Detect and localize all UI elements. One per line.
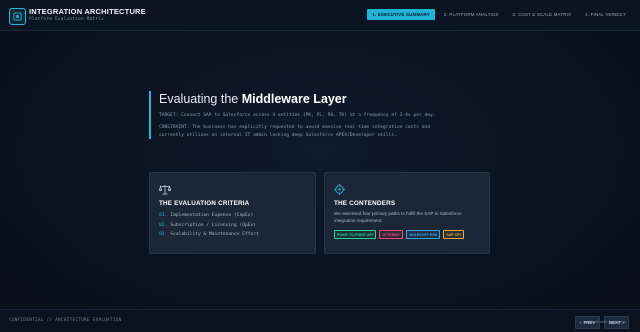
- tab-final-verdict[interactable]: 4. FINAL VERDICT: [580, 9, 631, 20]
- badge-point-to-point-api: POINT-TO-POINT API: [334, 230, 376, 239]
- title-prefix: Evaluating the: [159, 92, 239, 106]
- page-title: Evaluating the Middleware Layer: [159, 91, 459, 107]
- app-subtitle: Platform Evaluation Matrix: [29, 17, 105, 22]
- badge-sap-cpi: SAP CPI: [443, 230, 464, 239]
- app-title: INTEGRATION ARCHITECTURE: [29, 7, 146, 16]
- watermark: Made with Genspark: [589, 319, 626, 324]
- section-tabs: 1. EXECUTIVE SUMMARY 2. PLATFORM ANALYSI…: [367, 9, 631, 20]
- contenders-description: We assessed four primary paths to fulfil…: [334, 211, 462, 223]
- tab-executive-summary[interactable]: 1. EXECUTIVE SUMMARY: [367, 9, 435, 20]
- contender-badges: POINT-TO-POINT API JITTERBIT MULESOFT ES…: [334, 230, 464, 239]
- contenders-title: THE CONTENDERS: [334, 200, 396, 207]
- badge-jitterbit: JITTERBIT: [378, 230, 404, 239]
- target-text: TARGET: Connect SAP to Salesforce across…: [159, 113, 436, 118]
- top-bar: INTEGRATION ARCHITECTURE Platform Evalua…: [0, 0, 640, 31]
- scale-icon: [158, 182, 172, 200]
- chevron-left-icon: ‹: [580, 320, 582, 325]
- hero-section: Evaluating the Middleware Layer TARGET: …: [149, 91, 459, 139]
- list-item: 03. Scalability & Maintenance Effort: [159, 232, 259, 238]
- constraint-text: CONSTRAINT: The business has explicitly …: [159, 125, 431, 138]
- tab-cost-scale-matrix[interactable]: 3. COST & SCALE MATRIX: [507, 9, 576, 20]
- badge-mulesoft-esb: MULESOFT ESB: [406, 230, 441, 239]
- criteria-card: THE EVALUATION CRITERIA 01. Implementatio…: [149, 172, 316, 254]
- app-logo-icon: [9, 8, 26, 25]
- list-item: 02. Subscription / Licensing (OpEx): [159, 222, 257, 228]
- list-item: 01. Implementation Expense (CapEx): [159, 213, 254, 218]
- criteria-title: THE EVALUATION CRITERIA: [159, 200, 250, 207]
- crosshair-icon: [334, 182, 345, 200]
- tab-platform-analysis[interactable]: 2. PLATFORM ANALYSIS: [439, 9, 504, 20]
- contenders-card: THE CONTENDERS We assessed four primary …: [324, 172, 490, 254]
- title-emphasis: Middleware Layer: [241, 92, 347, 106]
- criteria-list: 01. Implementation Expense (CapEx) 02. Sub…: [159, 211, 259, 240]
- bottom-bar: CONFIDENTIAL // ARCHITECTURE EVALUATION …: [0, 309, 640, 332]
- footer-label: CONFIDENTIAL // ARCHITECTURE EVALUATION: [9, 318, 122, 323]
